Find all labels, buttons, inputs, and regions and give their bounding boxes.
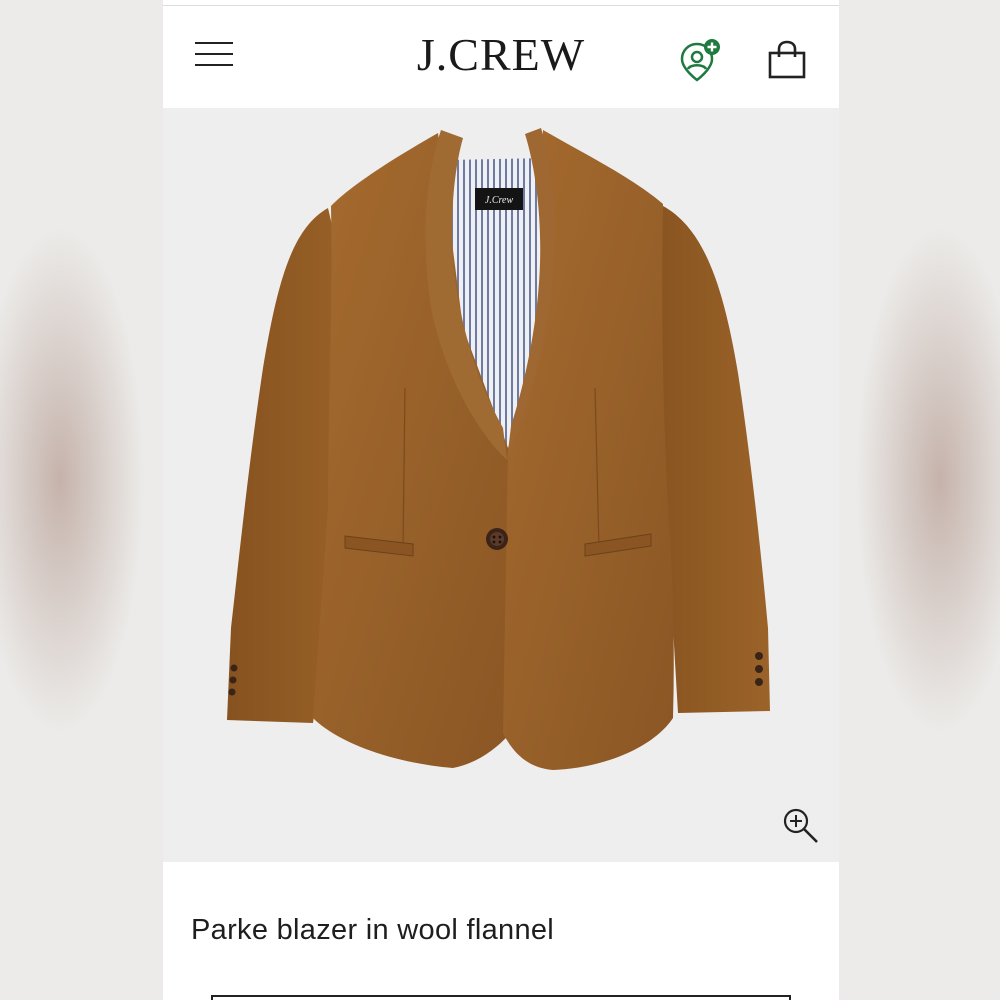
brand-logo[interactable]: J.CREW xyxy=(163,28,839,81)
product-option-box[interactable] xyxy=(211,995,791,1000)
product-image[interactable]: J.Crew xyxy=(163,108,839,862)
shopping-bag-icon[interactable] xyxy=(767,40,807,80)
site-header: J.CREW xyxy=(163,6,839,108)
store-locator-icon[interactable] xyxy=(677,36,725,84)
product-title: Parke blazer in wool flannel xyxy=(191,914,555,946)
product-page: J.CREW J.Crew Parke blazer in wool flann… xyxy=(163,0,839,1000)
zoom-in-icon[interactable] xyxy=(781,806,821,846)
jacket-label: J.Crew xyxy=(485,195,514,206)
blazer-illustration: J.Crew xyxy=(227,128,770,770)
